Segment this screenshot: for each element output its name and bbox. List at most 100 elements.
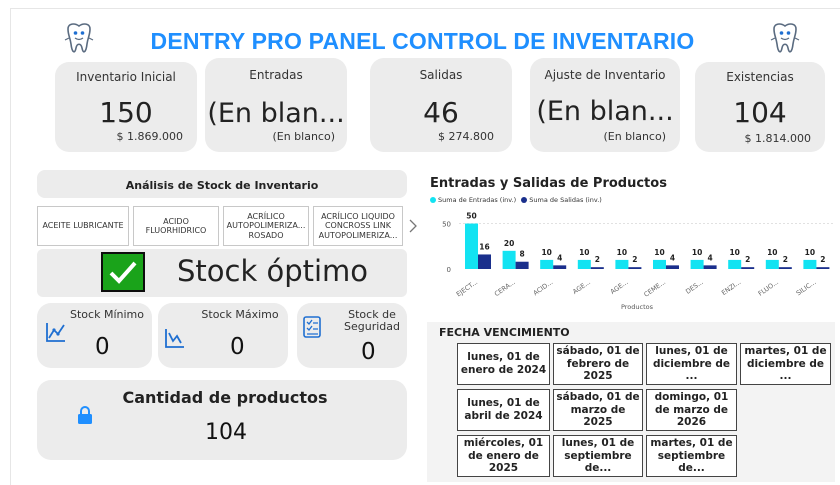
tooth-logo-icon — [64, 23, 94, 53]
kpi-label: Inventario Inicial — [76, 70, 176, 84]
tooth-logo-icon — [770, 23, 800, 53]
bar-entradas — [803, 259, 817, 269]
data-label: 2 — [783, 255, 788, 264]
stock-analysis-header: Análisis de Stock de Inventario — [37, 170, 407, 198]
kpi-label: Entradas — [249, 68, 303, 82]
expiry-date-cell[interactable]: lunes, 01 de septiembre de... — [553, 435, 643, 477]
bar-entradas — [690, 259, 704, 269]
expiry-date-cell[interactable]: lunes, 01 de enero de 2024 — [457, 343, 550, 385]
expiry-date-cell[interactable]: martes, 01 de septiembre de... — [646, 435, 737, 477]
expiry-date-cell[interactable]: martes, 01 de diciembre de ... — [740, 343, 831, 385]
cantidad-productos-card: Cantidad de productos 104 — [37, 380, 407, 460]
expiry-date-cell[interactable]: sábado, 01 de febrero de 2025 — [553, 343, 643, 385]
kpi-card-inventario-inicial: Inventario Inicial 150 $ 1.869.000 — [55, 62, 197, 152]
kpi-value: 46 — [423, 96, 459, 129]
x-tick-label: CERA... — [493, 278, 517, 298]
kpi-sub-value: (En blanco) — [272, 130, 335, 143]
data-label: 10 — [617, 248, 627, 257]
x-tick-label: AGE... — [571, 278, 592, 296]
data-label: 10 — [805, 248, 815, 257]
x-tick-label: SILIC... — [795, 278, 818, 297]
expiry-date-cell[interactable]: lunes, 01 de diciembre de ... — [646, 343, 737, 385]
data-label: 8 — [519, 250, 524, 259]
kpi-card-existencias: Existencias 104 $ 1.814.000 — [695, 62, 825, 152]
product-slicer-item[interactable]: ACRÍLICO AUTOPOLIMERIZA... ROSADO — [223, 206, 309, 246]
kpi-label: Existencias — [726, 70, 794, 84]
x-tick-label: CEME... — [642, 278, 667, 299]
entradas-salidas-bar-chart: 0 50 50 16 EJECT... 20 8 CERA... 10 4 ACID... 10 2 AG… — [442, 210, 835, 311]
chart-legend: Suma de Entradas (inv.) Suma de Salidas … — [430, 196, 602, 204]
page-title: DENTRY PRO PANEL CONTROL DE INVENTARIO — [150, 28, 695, 54]
kpi-value: (En blan... — [207, 98, 345, 129]
bar-salidas — [553, 265, 567, 269]
x-axis-label: Productos — [621, 303, 654, 311]
product-slicer-item[interactable]: ACRÍLICO LIQUIDO CONCROSS LINK AUTOPOLIM… — [313, 206, 403, 246]
chart-title: Entradas y Salidas de Productos — [430, 176, 667, 191]
expiry-date-cell[interactable]: lunes, 01 de abril de 2024 — [457, 389, 550, 431]
bar-entradas — [615, 259, 629, 269]
y-tick-label: 0 — [447, 266, 451, 274]
bar-entradas — [765, 259, 779, 269]
kpi-value: 104 — [733, 96, 787, 129]
line-chart-icon — [46, 323, 65, 342]
kpi-sub-value: $ 274.800 — [438, 130, 494, 143]
kpi-card-entradas: Entradas (En blan... (En blanco) — [205, 58, 347, 152]
bar-salidas — [628, 267, 642, 269]
data-label: 4 — [707, 253, 712, 262]
data-label: 4 — [557, 253, 562, 262]
legend-salidas: Suma de Salidas (inv.) — [529, 196, 602, 204]
stock-analysis-title: Análisis de Stock de Inventario — [125, 179, 319, 192]
data-label: 10 — [579, 248, 589, 257]
bar-entradas — [728, 259, 742, 269]
data-label: 10 — [654, 248, 664, 257]
product-slicer-item[interactable]: ACIDO FLUORHIDRICO — [133, 206, 219, 246]
metric-label: Stock Máximo — [201, 308, 279, 321]
metric-label: Stock Mínimo — [70, 308, 144, 321]
legend-swatch-salidas — [521, 197, 528, 203]
x-tick-label: DES... — [684, 278, 705, 296]
bar-salidas — [703, 265, 717, 269]
kpi-sub-value: $ 1.814.000 — [744, 132, 811, 145]
stock-seguridad-card: Stock de Seguridad 0 — [297, 303, 407, 368]
data-label: 4 — [670, 253, 675, 262]
expiry-date-cell[interactable]: miércoles, 01 de enero de 2025 — [457, 435, 550, 477]
legend-swatch-entradas — [430, 197, 436, 203]
cantidad-value: 104 — [205, 420, 247, 445]
data-label: 10 — [767, 248, 777, 257]
x-tick-label: EJECT... — [455, 278, 479, 298]
kpi-sub-value: $ 1.869.000 — [116, 130, 183, 143]
data-label: 2 — [820, 255, 825, 264]
data-label: 16 — [479, 242, 489, 251]
kpi-sub-value: (En blanco) — [603, 130, 666, 143]
data-label: 10 — [729, 248, 739, 257]
bar-entradas — [502, 250, 516, 269]
x-tick-label: FLUO... — [757, 278, 780, 298]
kpi-card-salidas: Salidas 46 $ 274.800 — [370, 58, 512, 152]
legend-entradas: Suma de Entradas (inv.) — [438, 196, 517, 204]
x-tick-label: ACID... — [532, 278, 555, 297]
bar-salidas — [816, 267, 830, 269]
chevron-right-icon[interactable] — [409, 219, 417, 233]
status-check-icon — [101, 252, 145, 292]
kpi-value: 150 — [99, 96, 153, 129]
bar-salidas — [666, 265, 679, 269]
stock-maximo-card: Stock Máximo 0 — [158, 303, 288, 368]
data-label: 10 — [692, 248, 702, 257]
cantidad-label: Cantidad de productos — [122, 388, 328, 407]
expiry-date-cell[interactable]: sábado, 01 de marzo de 2025 — [553, 389, 643, 431]
kpi-value: (En blan... — [536, 96, 674, 127]
kpi-label: Salidas — [419, 68, 463, 82]
stock-minimo-card: Stock Mínimo 0 — [37, 303, 152, 368]
stock-status-text: Stock óptimo — [177, 254, 369, 288]
metric-label: Stock de Seguridad — [344, 308, 400, 334]
frame-top-border — [10, 8, 840, 9]
expiry-date-cell[interactable]: domingo, 01 de marzo de 2026 — [646, 389, 737, 431]
data-label: 2 — [595, 255, 600, 264]
product-slicer-item[interactable]: ACEITE LUBRICANTE — [37, 206, 129, 246]
bar-entradas — [540, 259, 554, 269]
kpi-label: Ajuste de Inventario — [544, 68, 666, 82]
metric-value: 0 — [361, 339, 376, 365]
data-label: 50 — [466, 212, 476, 221]
bar-salidas — [515, 261, 529, 269]
bar-salidas — [478, 254, 491, 269]
